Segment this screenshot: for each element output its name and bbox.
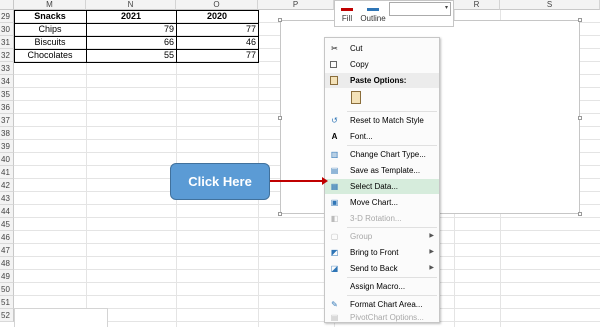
chart-type-icon: ▥ bbox=[330, 150, 339, 159]
row-header[interactable]: 39 bbox=[0, 140, 14, 153]
menu-item-copy[interactable]: Copy bbox=[325, 57, 439, 72]
menu-item-send-to-back[interactable]: ◪ Send to Back ▶ bbox=[325, 261, 439, 276]
table-cell-snack[interactable]: Chocolates bbox=[14, 49, 86, 62]
submenu-arrow-icon: ▶ bbox=[429, 233, 434, 239]
rotation-icon: ◧ bbox=[330, 214, 339, 223]
menu-item-assign-macro[interactable]: Assign Macro... bbox=[325, 279, 439, 294]
table-cell-2021[interactable]: 79 bbox=[86, 23, 176, 36]
element-dropdown[interactable]: ▾ bbox=[389, 2, 451, 16]
resize-handle[interactable] bbox=[578, 212, 582, 216]
row-header[interactable]: 37 bbox=[0, 114, 14, 127]
row-header[interactable]: 33 bbox=[0, 62, 14, 75]
table-cell-2020[interactable]: 77 bbox=[176, 23, 258, 36]
submenu-arrow-icon: ▶ bbox=[429, 249, 434, 255]
row-header[interactable]: 41 bbox=[0, 166, 14, 179]
menu-item-paste-options: Paste Options: bbox=[325, 73, 439, 88]
table-cell-2021[interactable]: 66 bbox=[86, 36, 176, 49]
row-header[interactable]: 47 bbox=[0, 244, 14, 257]
bring-front-icon: ◩ bbox=[330, 248, 339, 257]
row-header[interactable]: 29 bbox=[0, 10, 14, 23]
group-icon: ▢ bbox=[330, 232, 339, 241]
table-cell-2020[interactable]: 46 bbox=[176, 36, 258, 49]
pivot-options-icon: ▤ bbox=[330, 313, 339, 322]
row-header[interactable]: 51 bbox=[0, 296, 14, 309]
table-cell-snack[interactable]: Chips bbox=[14, 23, 86, 36]
row-header[interactable]: 42 bbox=[0, 179, 14, 192]
column-header-o[interactable]: O bbox=[176, 0, 258, 10]
table-cell-2021[interactable]: 55 bbox=[86, 49, 176, 62]
row-header[interactable]: 44 bbox=[0, 205, 14, 218]
font-icon: A bbox=[331, 132, 338, 141]
chevron-down-icon: ▾ bbox=[444, 5, 448, 11]
pointer-arrow bbox=[270, 180, 324, 182]
row-header[interactable]: 50 bbox=[0, 283, 14, 296]
menu-item-3d-rotation[interactable]: ◧ 3-D Rotation... bbox=[325, 211, 439, 226]
fill-icon bbox=[341, 4, 353, 11]
menu-item-cut[interactable]: ✂ Cut bbox=[325, 41, 439, 56]
menu-item-font[interactable]: A Font... bbox=[325, 129, 439, 144]
fill-button[interactable]: Fill bbox=[337, 3, 357, 23]
menu-item-bring-to-front[interactable]: ◩ Bring to Front ▶ bbox=[325, 245, 439, 260]
corner-cell[interactable] bbox=[0, 0, 14, 10]
table-cell-snack[interactable]: Biscuits bbox=[14, 36, 86, 49]
menu-item-format-chart-area[interactable]: ✎ Format Chart Area... bbox=[325, 297, 439, 312]
sheet-bottom-box bbox=[14, 308, 108, 327]
column-header-r[interactable]: R bbox=[454, 0, 500, 10]
submenu-arrow-icon: ▶ bbox=[429, 265, 434, 271]
move-chart-icon: ▣ bbox=[330, 198, 339, 207]
column-header-n[interactable]: N bbox=[86, 0, 176, 10]
row-header[interactable]: 48 bbox=[0, 257, 14, 270]
arrow-head-icon bbox=[322, 177, 328, 185]
scissors-icon: ✂ bbox=[331, 44, 338, 53]
header-2020[interactable]: 2020 bbox=[176, 10, 258, 23]
menu-item-change-chart-type[interactable]: ▥ Change Chart Type... bbox=[325, 147, 439, 162]
resize-handle[interactable] bbox=[578, 18, 582, 22]
row-header[interactable]: 38 bbox=[0, 127, 14, 140]
reset-style-icon: ↺ bbox=[331, 116, 338, 125]
menu-item-group[interactable]: ▢ Group ▶ bbox=[325, 229, 439, 244]
menu-item-select-data[interactable]: ▦ Select Data... bbox=[325, 179, 439, 194]
resize-handle[interactable] bbox=[278, 116, 282, 120]
menu-item-pivotchart-options[interactable]: ▤ PivotChart Options... bbox=[325, 313, 439, 322]
copy-icon bbox=[330, 61, 337, 68]
resize-handle[interactable] bbox=[578, 116, 582, 120]
row-header[interactable]: 31 bbox=[0, 36, 14, 49]
row-header[interactable]: 40 bbox=[0, 153, 14, 166]
context-menu: ✂ Cut Copy Paste Options: ↺ Reset to Mat… bbox=[324, 37, 440, 323]
row-header[interactable]: 46 bbox=[0, 231, 14, 244]
row-header[interactable]: 35 bbox=[0, 88, 14, 101]
row-header[interactable]: 45 bbox=[0, 218, 14, 231]
row-header[interactable]: 52 bbox=[0, 309, 14, 322]
column-header-p[interactable]: P bbox=[258, 0, 334, 10]
resize-handle[interactable] bbox=[278, 18, 282, 22]
format-area-icon: ✎ bbox=[331, 300, 338, 309]
row-header[interactable]: 36 bbox=[0, 101, 14, 114]
row-header[interactable]: 32 bbox=[0, 49, 14, 62]
row-header[interactable]: 49 bbox=[0, 270, 14, 283]
menu-item-save-template[interactable]: ▤ Save as Template... bbox=[325, 163, 439, 178]
paste-option-button[interactable] bbox=[349, 90, 363, 106]
column-header-s[interactable]: S bbox=[500, 0, 600, 10]
column-header-m[interactable]: M bbox=[14, 0, 86, 10]
paste-icon bbox=[330, 76, 338, 85]
header-snacks[interactable]: Snacks bbox=[14, 10, 86, 23]
mini-toolbar: Fill Outline ▾ bbox=[334, 0, 454, 27]
click-here-callout: Click Here bbox=[170, 163, 270, 200]
send-back-icon: ◪ bbox=[330, 264, 339, 273]
table-cell-2020[interactable]: 77 bbox=[176, 49, 258, 62]
outline-button[interactable]: Outline bbox=[359, 3, 387, 23]
outline-icon bbox=[367, 4, 379, 11]
header-2021[interactable]: 2021 bbox=[86, 10, 176, 23]
menu-item-move-chart[interactable]: ▣ Move Chart... bbox=[325, 195, 439, 210]
row-header[interactable]: 30 bbox=[0, 23, 14, 36]
resize-handle[interactable] bbox=[278, 212, 282, 216]
row-header[interactable]: 34 bbox=[0, 75, 14, 88]
row-header[interactable]: 43 bbox=[0, 192, 14, 205]
save-template-icon: ▤ bbox=[330, 166, 339, 175]
select-data-icon: ▦ bbox=[330, 182, 339, 191]
menu-item-reset-style[interactable]: ↺ Reset to Match Style bbox=[325, 113, 439, 128]
clipboard-icon bbox=[351, 91, 361, 104]
